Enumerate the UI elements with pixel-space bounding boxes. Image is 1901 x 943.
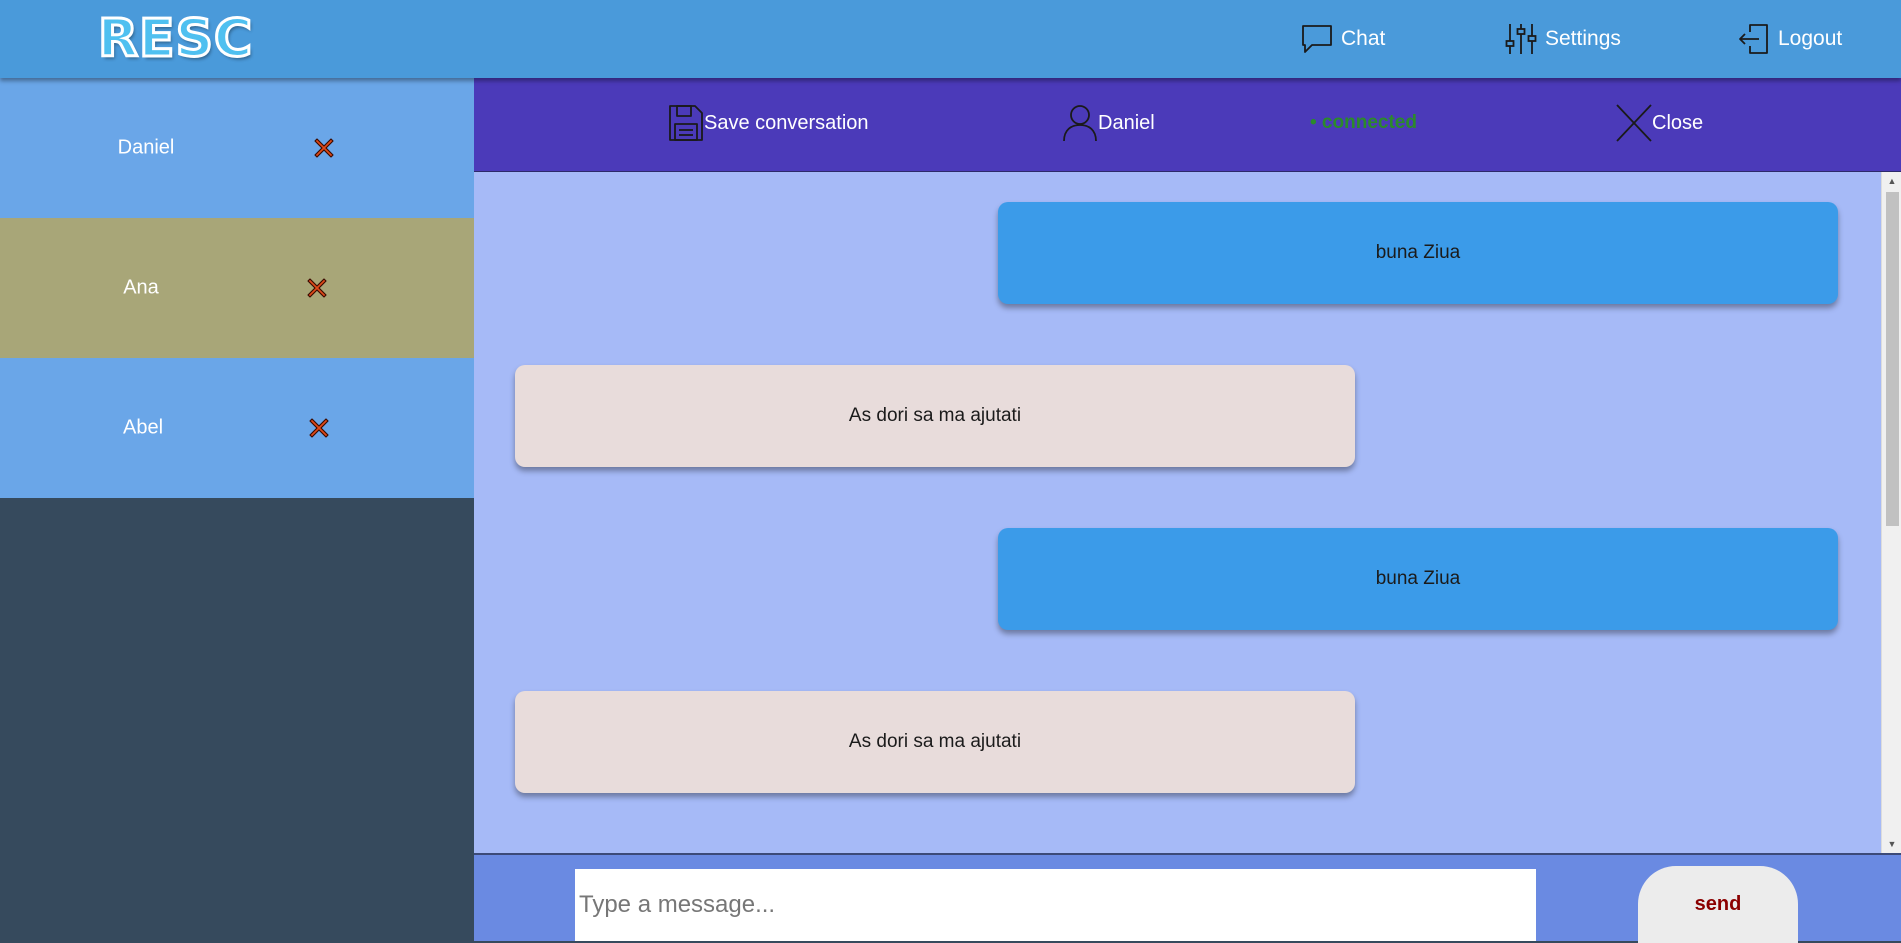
- remove-contact-icon[interactable]: [313, 137, 335, 159]
- nav-settings[interactable]: Settings: [1505, 21, 1621, 57]
- message-input[interactable]: [575, 869, 1536, 941]
- remove-contact-icon[interactable]: [306, 277, 328, 299]
- message-bubble: buna Ziua: [998, 202, 1838, 304]
- save-conversation-button[interactable]: Save conversation: [668, 102, 869, 144]
- nav-settings-label: Settings: [1545, 27, 1621, 50]
- floppy-disk-icon: [669, 105, 703, 141]
- remove-contact-icon[interactable]: [308, 417, 330, 439]
- chat-partner-name: Daniel: [1098, 111, 1155, 134]
- contact-name: Ana: [123, 276, 159, 299]
- scroll-up-arrow[interactable]: ▲: [1882, 172, 1901, 190]
- chat-header: Save conversation Daniel • connected Clo…: [474, 78, 1901, 172]
- contact-item[interactable]: Daniel: [0, 78, 474, 218]
- contacts-sidebar: Daniel Ana Abel: [0, 78, 474, 941]
- scroll-thumb[interactable]: [1886, 192, 1899, 526]
- contact-item[interactable]: Ana: [0, 218, 474, 358]
- close-chat-label: Close: [1652, 111, 1704, 134]
- message-scrollbar[interactable]: ▲ ▼: [1881, 172, 1901, 853]
- close-icon: [1616, 104, 1652, 142]
- contact-item[interactable]: Abel: [0, 358, 474, 498]
- connection-status: • connected: [1310, 112, 1417, 133]
- chat-partner: Daniel: [1062, 102, 1155, 144]
- app-logo[interactable]: RESC: [96, 6, 253, 72]
- message-bubble: buna Ziua: [998, 528, 1838, 630]
- sliders-icon: [1505, 24, 1537, 54]
- save-conversation-label: Save conversation: [704, 111, 869, 134]
- nav-logout[interactable]: Logout: [1738, 21, 1842, 57]
- contact-name: Abel: [122, 416, 164, 439]
- scroll-down-arrow[interactable]: ▼: [1882, 835, 1901, 853]
- user-icon: [1063, 105, 1097, 142]
- nav-logout-label: Logout: [1778, 27, 1843, 50]
- logout-icon: [1739, 24, 1768, 54]
- message-bubble: As dori sa ma ajutati: [515, 365, 1355, 467]
- chat-bubble-icon: [1302, 25, 1332, 53]
- nav-chat-label: Chat: [1341, 27, 1386, 50]
- send-button[interactable]: send: [1638, 866, 1798, 943]
- contact-name: Daniel: [117, 136, 175, 159]
- message-composer: send: [474, 853, 1901, 943]
- message-bubble: As dori sa ma ajutati: [515, 691, 1355, 793]
- close-chat-button[interactable]: Close: [1616, 102, 1703, 144]
- nav-chat[interactable]: Chat: [1301, 21, 1385, 57]
- top-bar: RESC Chat Settings Logout: [0, 0, 1901, 78]
- message-list[interactable]: buna Ziua As dori sa ma ajutati buna Ziu…: [474, 172, 1901, 853]
